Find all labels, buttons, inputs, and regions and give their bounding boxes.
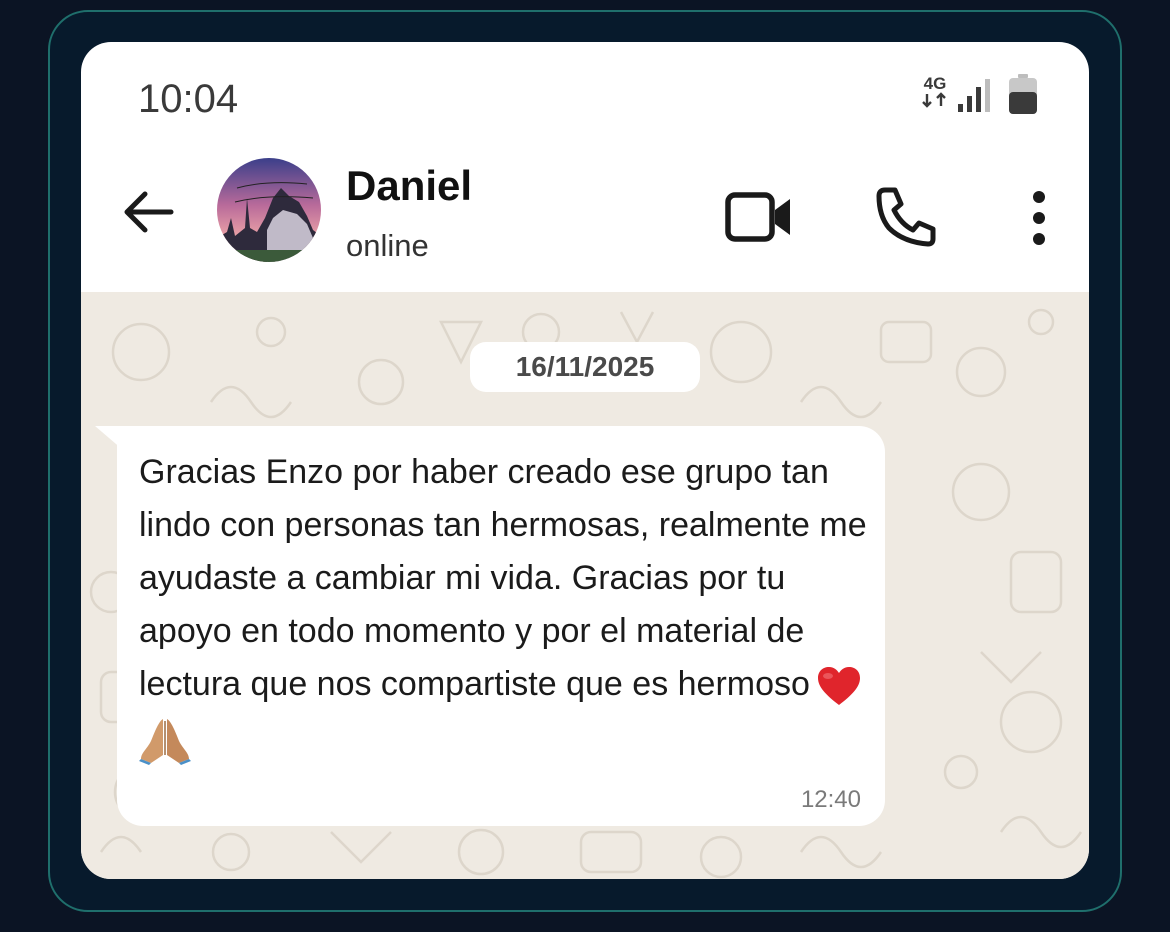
battery-icon [1009, 74, 1037, 114]
status-bar: 10:04 4G [81, 42, 1089, 152]
message-bubble[interactable]: Gracias Enzo por haber creado ese grupo … [117, 426, 885, 826]
phone-icon[interactable] [875, 186, 937, 248]
status-time: 10:04 [138, 77, 239, 121]
date-chip: 16/11/2025 [470, 342, 700, 392]
video-camera-icon[interactable] [725, 190, 793, 244]
praying-hands-icon [139, 719, 191, 765]
contact-avatar[interactable] [217, 158, 321, 262]
heart-icon [817, 667, 860, 706]
network-label: 4G [923, 74, 947, 93]
message-text: Gracias Enzo por haber creado ese grupo … [139, 453, 867, 703]
phone-screen: 10:04 4G Daniel online 16/11/2025 Gracia… [81, 42, 1089, 879]
message-time: 12:40 [800, 786, 861, 813]
network-indicator: 4G [921, 74, 949, 111]
chat-area[interactable]: 16/11/2025 Gracias Enzo por haber creado… [81, 292, 1089, 879]
contact-status: online [346, 228, 429, 263]
chat-header: Daniel online [81, 152, 1089, 292]
data-arrows-icon [922, 92, 946, 108]
signal-bars-icon [958, 79, 990, 112]
avatar-image [217, 158, 321, 262]
status-icons: 4G [917, 72, 1037, 116]
message-text-block: Gracias Enzo por haber creado ese grupo … [139, 446, 869, 765]
arrow-left-icon[interactable] [119, 188, 177, 236]
contact-name[interactable]: Daniel [346, 162, 472, 210]
more-vertical-icon[interactable] [1027, 190, 1051, 246]
